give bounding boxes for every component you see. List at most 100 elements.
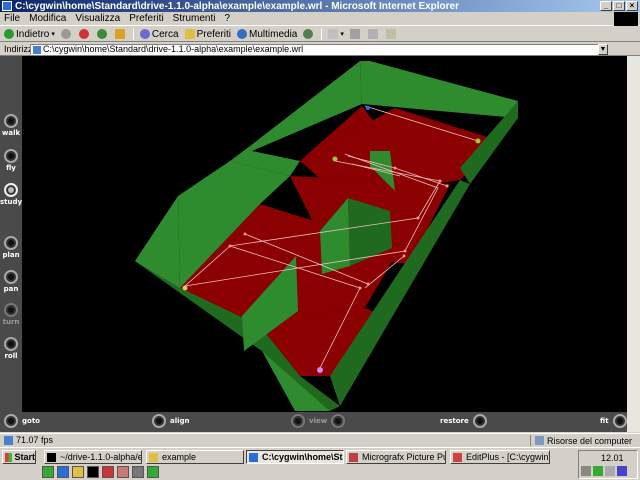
tray-app-icon[interactable] <box>593 466 603 476</box>
address-value: C:\cygwin\home\Standard\drive-1.1.0-alph… <box>43 44 304 54</box>
viewpoint-marker[interactable] <box>475 138 481 144</box>
waypoint <box>416 216 420 220</box>
search-button[interactable]: Cerca <box>139 29 179 40</box>
terminal-icon[interactable] <box>87 466 99 478</box>
goto-label: goto <box>22 417 40 425</box>
walk-button[interactable]: walk <box>0 114 22 137</box>
ie-icon <box>2 1 12 11</box>
waypoint <box>393 166 397 170</box>
viewpoint-marker[interactable] <box>317 367 323 373</box>
vrml-viewer[interactable] <box>0 56 627 432</box>
quick-launch <box>42 466 159 478</box>
ie-icon[interactable] <box>57 466 69 478</box>
ie-throbber-icon <box>614 12 638 26</box>
home-button[interactable] <box>114 29 127 39</box>
fly-icon <box>4 149 18 163</box>
start-button[interactable]: Start <box>2 450 36 464</box>
plan-label: plan <box>2 251 20 259</box>
terminal-icon <box>47 453 56 462</box>
fly-label: fly <box>6 164 16 172</box>
view-button[interactable]: view <box>291 414 346 428</box>
tool-icon[interactable] <box>132 466 144 478</box>
view-label: view <box>309 417 328 425</box>
goto-icon <box>4 414 18 428</box>
desktop-icon[interactable] <box>42 466 54 478</box>
wall-north <box>360 61 518 118</box>
fly-button[interactable]: fly <box>0 149 22 172</box>
close-button[interactable]: × <box>626 1 638 11</box>
walk-label: walk <box>1 129 21 137</box>
multimedia-icon <box>237 29 248 39</box>
menu-visualizza[interactable]: Visualizza <box>75 13 120 24</box>
plan-button[interactable]: plan <box>0 236 22 259</box>
editor-icon[interactable] <box>102 466 114 478</box>
folder-icon[interactable] <box>72 466 84 478</box>
task-editplus[interactable]: EditPlus - [C:\cygwin\hom... <box>450 450 550 464</box>
chevron-down-icon: ▾ <box>340 31 344 38</box>
system-tray: 12.01 <box>578 450 638 479</box>
page-status-icon <box>4 435 13 445</box>
maximize-button[interactable]: □ <box>613 1 625 11</box>
viewpoint-marker[interactable] <box>182 285 188 291</box>
fit-button[interactable]: fit <box>596 414 627 428</box>
refresh-icon <box>96 29 107 39</box>
pan-button[interactable]: pan <box>0 270 22 293</box>
waypoint <box>403 249 407 253</box>
refresh-button[interactable] <box>96 29 109 39</box>
study-button[interactable]: study <box>0 183 22 206</box>
forward-button[interactable] <box>60 29 73 39</box>
address-dropdown-button[interactable]: ▼ <box>598 44 608 55</box>
app-icon[interactable] <box>117 466 129 478</box>
pan-icon <box>4 270 18 284</box>
back-arrow-icon <box>4 29 14 39</box>
network-icon[interactable] <box>581 466 591 476</box>
vertical-scrollbar[interactable] <box>627 56 640 432</box>
multimedia-button[interactable]: Multimedia <box>237 29 297 40</box>
app-icon[interactable] <box>147 466 159 478</box>
address-input[interactable]: C:\cygwin\home\Standard\drive-1.1.0-alph… <box>30 44 608 55</box>
zone-label: Risorse del computer <box>547 435 633 446</box>
roll-button[interactable]: roll <box>0 337 22 360</box>
waypoint <box>402 254 406 258</box>
tray-app-icon[interactable] <box>617 466 627 476</box>
menu-file[interactable]: File <box>4 13 20 24</box>
history-button[interactable] <box>303 29 315 39</box>
multimedia-label: Multimedia <box>249 28 298 40</box>
volume-icon[interactable] <box>605 466 615 476</box>
menu-preferiti[interactable]: Preferiti <box>129 13 163 24</box>
task-picture-publisher[interactable]: Micrografx Picture Publisher <box>346 450 446 464</box>
task-example-folder[interactable]: example <box>146 450 244 464</box>
align-button[interactable]: align <box>152 414 194 428</box>
task-label: Micrografx Picture Publisher <box>362 452 445 462</box>
prev-view-icon <box>291 414 305 428</box>
goto-button[interactable]: goto <box>4 414 44 428</box>
favorites-label: Preferiti <box>196 28 232 40</box>
favorites-button[interactable]: Preferiti <box>184 28 232 40</box>
task-internet-explorer[interactable]: C:\cygwin\home\Stan... <box>246 450 344 464</box>
toolbar: Indietro ▾ Cerca Preferiti Multimedia ▾ <box>0 27 640 42</box>
mail-button[interactable]: ▾ <box>328 29 344 39</box>
minimize-button[interactable]: _ <box>600 1 612 11</box>
discuss-icon <box>385 29 396 39</box>
back-button[interactable]: Indietro ▾ <box>4 29 55 40</box>
ie-icon <box>249 453 258 462</box>
menu-help[interactable]: ? <box>224 13 230 24</box>
favorites-icon <box>184 29 195 39</box>
stop-button[interactable] <box>78 29 91 39</box>
discuss-button[interactable] <box>385 29 398 39</box>
task-cygwin-terminal[interactable]: ~/drive-1.1.0-alpha/example <box>44 450 142 464</box>
task-label: C:\cygwin\home\Stan... <box>262 452 343 462</box>
scene-canvas[interactable] <box>0 56 627 432</box>
viewpoint-marker[interactable] <box>366 106 370 110</box>
viewpoint-marker[interactable] <box>332 156 338 162</box>
waypoint <box>445 184 449 188</box>
menu-modifica[interactable]: Modifica <box>29 13 66 24</box>
restore-button[interactable]: restore <box>436 414 487 428</box>
page-icon <box>33 46 41 54</box>
clock[interactable]: 12.01 <box>601 453 624 463</box>
print-button[interactable] <box>349 29 362 39</box>
menu-strumenti[interactable]: Strumenti <box>173 13 216 24</box>
turn-button[interactable]: turn <box>0 303 22 326</box>
chevron-down-icon: ▼ <box>599 46 607 53</box>
edit-button[interactable] <box>367 29 380 39</box>
